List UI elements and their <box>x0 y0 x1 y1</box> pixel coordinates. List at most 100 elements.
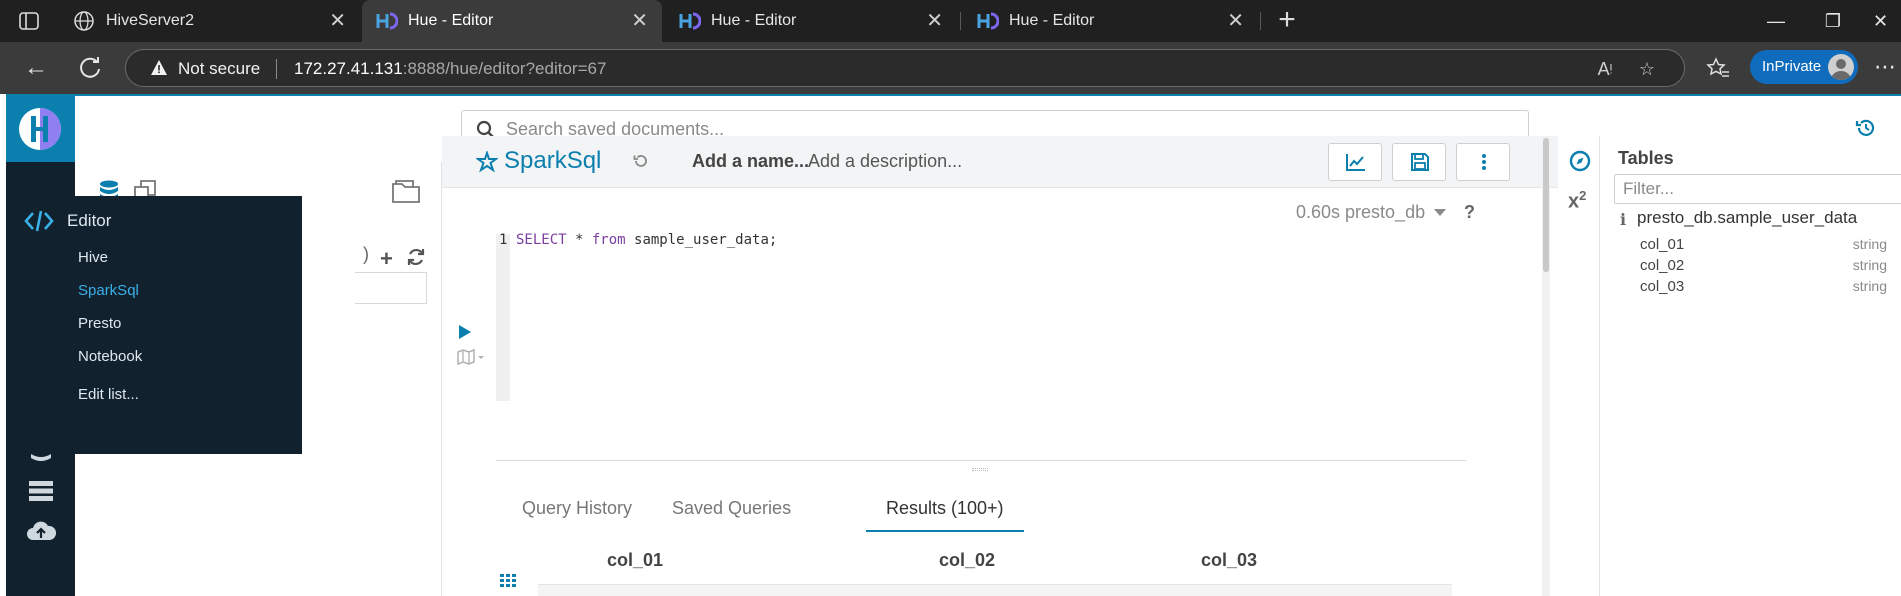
resize-handle[interactable] <box>972 468 988 471</box>
warning-icon[interactable] <box>150 59 168 77</box>
info-icon[interactable]: i <box>1620 210 1626 229</box>
grid-icon[interactable] <box>500 574 516 588</box>
close-icon[interactable]: ✕ <box>1227 0 1244 42</box>
table-row <box>538 584 1452 596</box>
column-type: string <box>1852 278 1887 294</box>
table-name[interactable]: presto_db.sample_user_data <box>1637 208 1857 228</box>
hue-logo[interactable] <box>6 96 75 162</box>
editor-scrollbar[interactable] <box>1542 136 1550 596</box>
close-icon[interactable]: ✕ <box>329 0 346 42</box>
hue-app: ) + Editor Hive SparkSql Presto Notebook… <box>6 94 1901 596</box>
help-icon[interactable]: ? <box>1464 200 1475 224</box>
column-name: col_02 <box>1640 257 1685 274</box>
line-number: 1 <box>499 232 508 248</box>
compass-icon[interactable] <box>1569 150 1591 172</box>
globe-icon <box>74 11 94 31</box>
hue-favicon-icon <box>376 12 398 30</box>
history-icon[interactable] <box>632 152 650 170</box>
server-icon[interactable] <box>26 476 56 506</box>
refresh-button[interactable] <box>74 52 106 84</box>
tab-actions-icon[interactable] <box>18 10 40 32</box>
menu-item-presto[interactable]: Presto <box>78 314 121 334</box>
url-host: 172.27.41.131 <box>294 59 403 78</box>
browser-tab-2[interactable]: Hue - Editor ✕ <box>362 0 662 42</box>
add-description-field[interactable]: Add a description... <box>808 136 962 186</box>
tab-title: Hue - Editor <box>711 12 797 29</box>
menu-item-sparksql[interactable]: SparkSql <box>78 281 139 301</box>
add-name-field[interactable]: Add a name... <box>692 136 809 186</box>
upload-cloud-icon[interactable] <box>26 516 56 546</box>
tab-title: Hue - Editor <box>1009 12 1095 29</box>
inprivate-badge[interactable]: InPrivate <box>1750 50 1858 84</box>
list-item[interactable]: col_03 string <box>1640 278 1895 298</box>
editor-gutter <box>496 234 510 401</box>
folder-icon[interactable] <box>391 178 421 204</box>
profile-icon <box>1831 59 1851 80</box>
assist-filter-input[interactable] <box>355 272 427 304</box>
tab-query-history[interactable]: Query History <box>522 488 632 532</box>
sql-text: * <box>566 232 592 248</box>
editor-header: SparkSql Add a name... Add a description… <box>442 136 1558 188</box>
url-text[interactable]: 172.27.41.131:8888/hue/editor?editor=67 <box>294 50 606 88</box>
hue-favicon-icon <box>977 12 999 30</box>
favorite-star-icon[interactable]: ☆ <box>1636 58 1658 80</box>
more-actions-button[interactable] <box>1456 143 1510 181</box>
sql-keyword: from <box>591 232 626 248</box>
new-tab-button[interactable]: + <box>1272 0 1302 42</box>
browser-tab-3[interactable]: Hue - Editor ✕ <box>665 0 957 42</box>
tables-filter-input[interactable] <box>1614 174 1901 204</box>
browser-address-bar: ← Not secure 172.27.41.131:8888/hue/edit… <box>0 42 1901 94</box>
scrollbar-thumb[interactable] <box>1543 138 1549 272</box>
close-window-button[interactable]: ✕ <box>1860 0 1901 42</box>
sql-text: sample_user_data; <box>625 232 778 248</box>
tab-separator <box>1260 12 1261 30</box>
menu-item-edit-list[interactable]: Edit list... <box>78 385 139 405</box>
read-aloud-icon[interactable]: A͏ᵎ <box>1594 58 1616 80</box>
menu-item-hive[interactable]: Hive <box>78 248 108 268</box>
url-bar[interactable]: Not secure 172.27.41.131:8888/hue/editor… <box>125 49 1685 87</box>
more-options-icon[interactable]: ⋯ <box>1872 50 1898 84</box>
restore-button[interactable]: ❐ <box>1805 0 1861 42</box>
chevron-down-icon[interactable] <box>1434 209 1446 216</box>
tab-separator <box>960 12 961 30</box>
functions-icon[interactable]: x2 <box>1568 188 1586 214</box>
hue-favicon-icon <box>679 12 701 30</box>
column-name: col_03 <box>1640 278 1685 295</box>
security-label[interactable]: Not secure <box>178 50 260 88</box>
list-item[interactable]: col_01 string <box>1640 236 1895 256</box>
sql-keyword: SELECT <box>516 232 567 248</box>
list-item[interactable]: col_02 string <box>1640 257 1895 277</box>
result-column-header[interactable]: col_03 <box>1201 548 1257 572</box>
close-icon[interactable]: ✕ <box>631 0 648 42</box>
chart-line-icon <box>1346 154 1365 171</box>
minimize-button[interactable]: — <box>1748 0 1804 42</box>
execution-info[interactable]: 0.60s presto_db <box>1296 200 1425 224</box>
editor-menu-title[interactable]: Editor <box>67 208 111 234</box>
chart-button[interactable] <box>1328 143 1382 181</box>
inprivate-label: InPrivate <box>1762 58 1822 75</box>
column-name: col_01 <box>1640 236 1685 253</box>
play-icon[interactable] <box>459 325 471 339</box>
map-icon[interactable] <box>456 348 486 366</box>
favorites-list-icon[interactable] <box>1706 56 1730 80</box>
browser-tab-4[interactable]: Hue - Editor ✕ <box>963 0 1258 42</box>
add-icon[interactable]: + <box>380 246 393 272</box>
tab-results[interactable]: Results (100+) <box>866 488 1024 532</box>
url-path: :8888/hue/editor?editor=67 <box>402 59 607 78</box>
save-button[interactable] <box>1392 143 1446 181</box>
sql-editor[interactable]: SELECT * from sample_user_data; <box>516 232 777 248</box>
refresh-icon[interactable] <box>405 246 427 268</box>
result-column-header[interactable]: col_02 <box>939 548 995 572</box>
assist-paren: ) <box>363 244 369 264</box>
close-icon[interactable]: ✕ <box>926 0 943 42</box>
code-icon <box>24 210 54 232</box>
editor-divider <box>496 460 1466 461</box>
result-column-header[interactable]: col_01 <box>607 548 663 572</box>
spark-icon <box>476 151 498 173</box>
tab-saved-queries[interactable]: Saved Queries <box>672 488 791 532</box>
menu-item-notebook[interactable]: Notebook <box>78 347 142 367</box>
vertical-dots-icon <box>1482 154 1486 170</box>
tab-title: Hue - Editor <box>408 12 494 29</box>
browser-tab-1[interactable]: HiveServer2 ✕ <box>60 0 360 42</box>
back-button[interactable]: ← <box>20 52 52 84</box>
